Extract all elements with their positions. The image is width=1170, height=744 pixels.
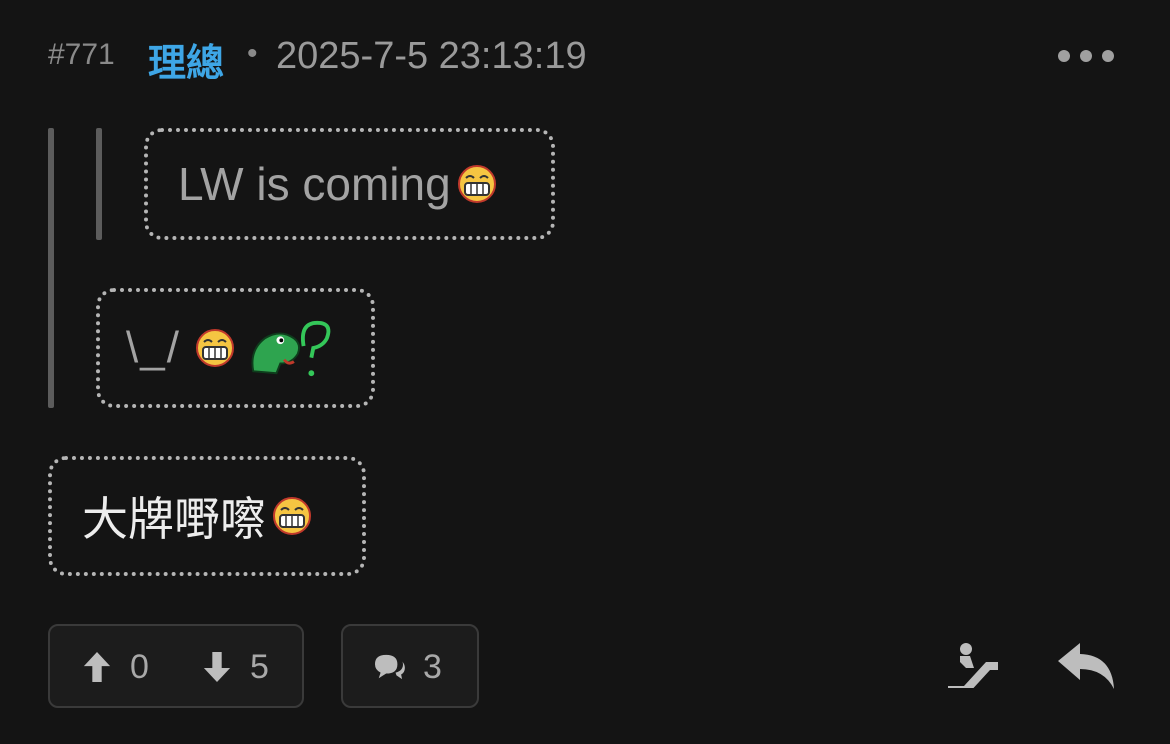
comment-button[interactable]: 3	[341, 624, 479, 708]
author-name[interactable]: 理總	[148, 32, 224, 87]
upvote-count: 0	[130, 648, 149, 686]
quote-text: \_/	[126, 323, 181, 372]
nested-quote-bubble: LW is coming	[144, 128, 555, 240]
grinning-face-emoji	[457, 165, 496, 203]
vote-box: 0 5	[48, 624, 304, 708]
escalator-icon[interactable]	[946, 642, 1000, 688]
downvote-count: 5	[250, 648, 269, 686]
grinning-face-emoji	[195, 329, 234, 367]
green-dinosaur-question-emoji	[251, 320, 331, 377]
reply-text: 大牌嘢嚓	[82, 493, 266, 545]
quote-bar-inner	[96, 128, 102, 240]
quote-bar-outer	[48, 128, 54, 408]
quote-bubble: \_/	[96, 288, 375, 408]
arrow-up-icon[interactable]	[82, 650, 112, 684]
comments-icon	[375, 654, 405, 680]
nested-quote-text: LW is coming	[178, 158, 451, 210]
post-number: #771	[48, 38, 115, 71]
more-options-icon[interactable]	[1058, 40, 1114, 72]
comment-count: 3	[423, 648, 442, 686]
post-timestamp: 2025-7-5 23:13:19	[276, 35, 587, 77]
reply-bubble: 大牌嘢嚓	[48, 456, 366, 576]
grinning-face-emoji	[273, 497, 311, 535]
arrow-down-icon[interactable]	[202, 650, 232, 684]
reply-icon[interactable]	[1056, 640, 1116, 690]
meta-separator: •	[247, 37, 258, 70]
